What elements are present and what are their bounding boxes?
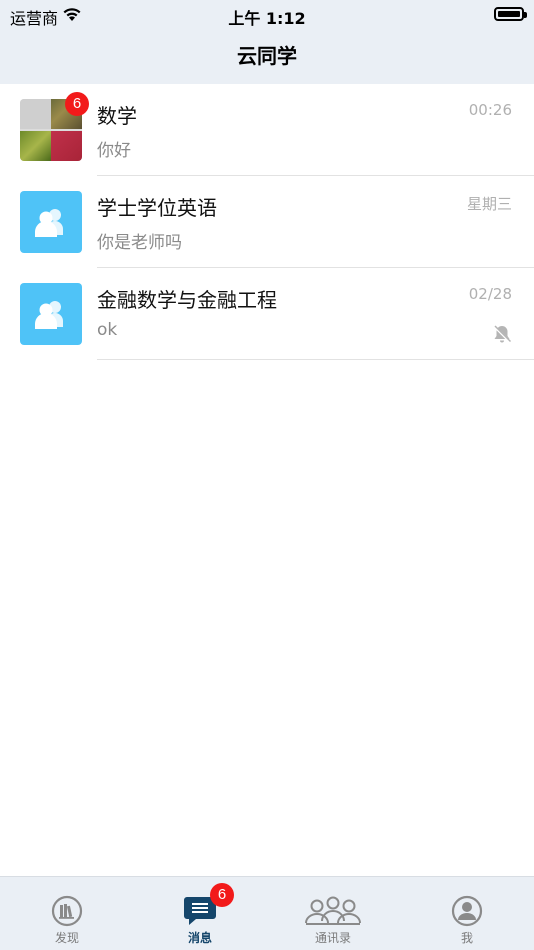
tab-messages[interactable]: 6 消息 <box>155 877 245 950</box>
conversation-time: 00:26 <box>468 101 512 119</box>
unread-badge: 6 <box>210 883 234 907</box>
contacts-icon <box>305 896 361 925</box>
battery-icon <box>494 7 527 21</box>
books-icon <box>51 895 83 927</box>
tab-discover[interactable]: 发现 <box>22 877 112 950</box>
mute-bell-icon <box>493 325 512 343</box>
profile-icon <box>451 895 483 927</box>
conversation-time: 02/28 <box>468 285 512 303</box>
conversation-row[interactable]: 6 数学 你好 00:26 <box>0 84 534 176</box>
group-avatar-icon <box>20 283 82 345</box>
tab-label: 消息 <box>187 931 212 945</box>
status-bar: 运营商 上午 1:12 <box>0 0 534 30</box>
page-title: 云同学 <box>237 44 297 68</box>
conversation-title: 学士学位英语 <box>97 196 217 220</box>
tab-label: 通讯录 <box>314 931 351 945</box>
tab-contacts[interactable]: 通讯录 <box>288 877 378 950</box>
conversation-time: 星期三 <box>466 195 512 213</box>
conversation-row[interactable]: 学士学位英语 你是老师吗 星期三 <box>0 176 534 268</box>
tab-me[interactable]: 我 <box>422 877 512 950</box>
tab-bar: 发现 6 消息 通讯录 我 <box>0 876 534 950</box>
conversation-last-message: 你好 <box>97 141 131 161</box>
conversation-last-message: 你是老师吗 <box>97 233 182 253</box>
conversation-row[interactable]: 金融数学与金融工程 ok 02/28 <box>0 268 534 360</box>
tab-label: 我 <box>460 931 473 945</box>
unread-badge: 6 <box>65 92 89 116</box>
conversation-title: 金融数学与金融工程 <box>97 288 277 312</box>
status-time: 上午 1:12 <box>228 9 306 28</box>
tab-label: 发现 <box>54 931 79 945</box>
conversation-list: 6 数学 你好 00:26 学士学位英语 你是老师吗 星期三 金融数学与金融工程… <box>0 84 534 360</box>
group-avatar-icon <box>20 191 82 253</box>
conversation-last-message: ok <box>97 320 118 340</box>
conversation-title: 数学 <box>97 104 137 128</box>
top-bar: 运营商 上午 1:12 云同学 <box>0 0 534 84</box>
